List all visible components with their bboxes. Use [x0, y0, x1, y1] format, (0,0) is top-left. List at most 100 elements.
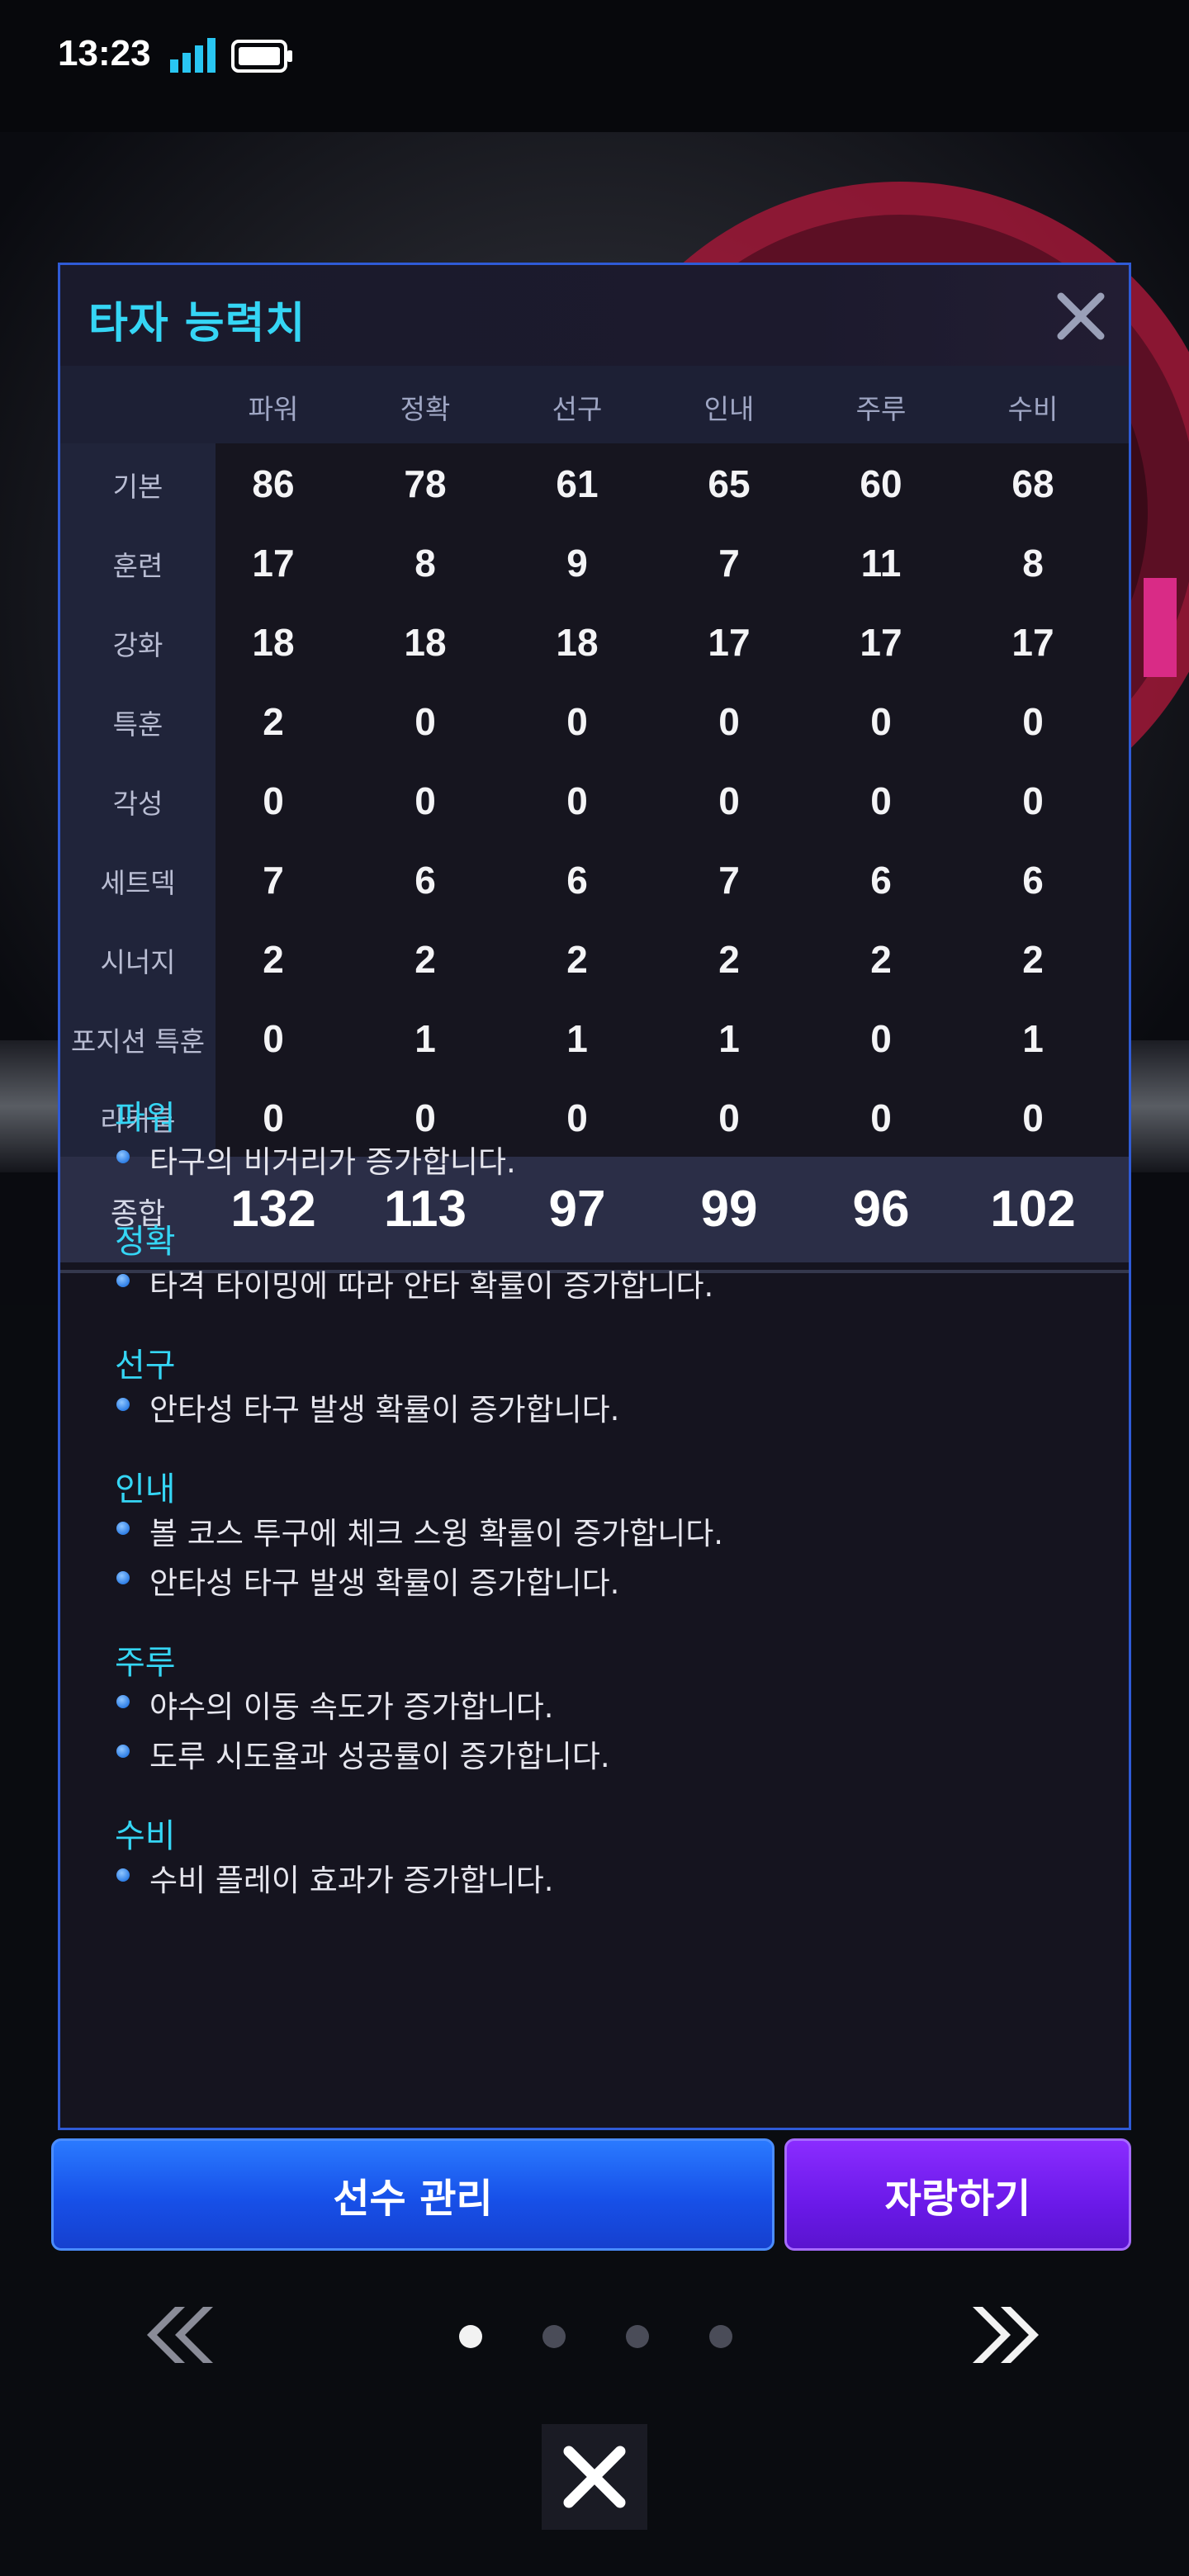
stat-value: 17: [708, 621, 751, 664]
total-value: 113: [383, 1181, 467, 1238]
stat-value: 0: [718, 779, 740, 822]
stat-value: 0: [718, 1096, 740, 1139]
row-label: 포지션 특훈: [70, 1025, 206, 1058]
manage-player-button[interactable]: 선수 관리: [51, 2138, 775, 2251]
status-bar: 13:23: [0, 0, 1189, 116]
stat-value: 18: [404, 621, 447, 664]
stat-value: 61: [556, 462, 599, 505]
row-label: 기본: [112, 471, 163, 503]
row-label: 세트덱: [100, 867, 176, 899]
bullet-icon: [116, 1398, 130, 1411]
stat-value: 60: [860, 462, 902, 505]
bullet-icon: [116, 1745, 130, 1758]
stat-value: 2: [718, 938, 740, 981]
bullet-icon: [116, 1274, 130, 1287]
stat-value: 1: [1022, 1017, 1044, 1060]
description-title: 주루: [115, 1644, 176, 1682]
close-button[interactable]: [542, 2424, 647, 2530]
close-icon: [563, 2446, 626, 2508]
stat-value: 0: [870, 1017, 892, 1060]
stat-value: 0: [1022, 700, 1044, 743]
total-value: 132: [230, 1181, 316, 1238]
total-value: 97: [548, 1181, 606, 1238]
bullet-icon: [116, 1868, 130, 1882]
status-time: 13:23: [58, 33, 151, 73]
bullet-icon: [116, 1522, 130, 1535]
stat-value: 78: [404, 462, 447, 505]
stat-value: 6: [870, 859, 892, 902]
panel-title: 타자 능력치: [88, 299, 306, 348]
description-line: 볼 코스 투구에 체크 스윙 확률이 증가합니다.: [149, 1516, 724, 1551]
stat-value: 0: [1022, 779, 1044, 822]
description-title: 선구: [115, 1347, 176, 1385]
page-dot[interactable]: [626, 2325, 649, 2348]
stat-value: 7: [718, 542, 740, 585]
stat-value: 18: [252, 621, 295, 664]
stat-value: 65: [708, 462, 751, 505]
stat-value: 0: [870, 1096, 892, 1139]
stat-value: 0: [566, 1096, 588, 1139]
stat-value: 18: [556, 621, 599, 664]
description-line: 야수의 이동 속도가 증가합니다.: [149, 1689, 554, 1725]
row-label: 훈련: [112, 550, 163, 582]
description-line: 타구의 비거리가 증가합니다.: [149, 1144, 516, 1180]
description-title: 인내: [115, 1470, 176, 1508]
column-header: 파워: [248, 393, 299, 425]
stat-value: 11: [860, 542, 902, 585]
stat-value: 6: [566, 859, 588, 902]
stat-value: 0: [263, 1096, 284, 1139]
bullet-icon: [116, 1695, 130, 1708]
stat-value: 0: [1022, 1096, 1044, 1139]
description-line: 타격 타이밍에 따라 안타 확률이 증가합니다.: [149, 1268, 714, 1304]
description-line: 도루 시도율과 성공률이 증가합니다.: [149, 1739, 610, 1774]
page-dot[interactable]: [709, 2325, 732, 2348]
bullet-icon: [116, 1150, 130, 1163]
stat-value: 7: [718, 859, 740, 902]
stat-value: 0: [870, 700, 892, 743]
stat-value: 1: [566, 1017, 588, 1060]
total-value: 99: [700, 1181, 758, 1238]
stat-value: 0: [263, 779, 284, 822]
stat-value: 86: [252, 462, 295, 505]
close-icon: [1057, 292, 1105, 340]
prev-page-button[interactable]: [139, 2302, 213, 2368]
battery-icon: [231, 40, 292, 73]
stat-value: 0: [414, 1096, 436, 1139]
close-panel-button[interactable]: [1048, 283, 1114, 349]
share-button[interactable]: 자랑하기: [784, 2138, 1131, 2251]
stat-value: 2: [263, 700, 284, 743]
column-header: 주루: [855, 393, 907, 425]
page-dot[interactable]: [459, 2325, 482, 2348]
stat-value: 17: [860, 621, 902, 664]
stat-value: 8: [414, 542, 436, 585]
stat-value: 1: [414, 1017, 436, 1060]
description-line: 안타성 타구 발생 확률이 증가합니다.: [149, 1565, 620, 1601]
stat-value: 6: [1022, 859, 1044, 902]
stat-value: 2: [1022, 938, 1044, 981]
next-page-button[interactable]: [973, 2302, 1047, 2368]
stat-value: 0: [414, 700, 436, 743]
panel-header: 타자 능력치: [60, 265, 1129, 366]
description-line: 수비 플레이 효과가 증가합니다.: [149, 1863, 554, 1898]
stat-value: 6: [414, 859, 436, 902]
stat-value: 7: [263, 859, 284, 902]
total-value: 102: [990, 1181, 1076, 1238]
stat-value: 2: [414, 938, 436, 981]
stat-value: 9: [566, 542, 588, 585]
description-line: 안타성 타구 발생 확률이 증가합니다.: [149, 1392, 620, 1428]
stat-value: 0: [718, 700, 740, 743]
total-value: 96: [852, 1181, 910, 1238]
column-header: 수비: [1007, 393, 1059, 425]
column-header: 선구: [552, 393, 603, 425]
stat-value: 1: [718, 1017, 740, 1060]
signal-icon: [170, 38, 216, 73]
stat-value: 68: [1011, 462, 1054, 505]
stat-value: 17: [1011, 621, 1054, 664]
stat-value: 0: [870, 779, 892, 822]
row-label: 강화: [112, 629, 163, 661]
page-dot[interactable]: [542, 2325, 566, 2348]
stat-value: 0: [414, 779, 436, 822]
stat-value: 0: [263, 1017, 284, 1060]
stat-value: 0: [566, 700, 588, 743]
stat-value: 2: [263, 938, 284, 981]
